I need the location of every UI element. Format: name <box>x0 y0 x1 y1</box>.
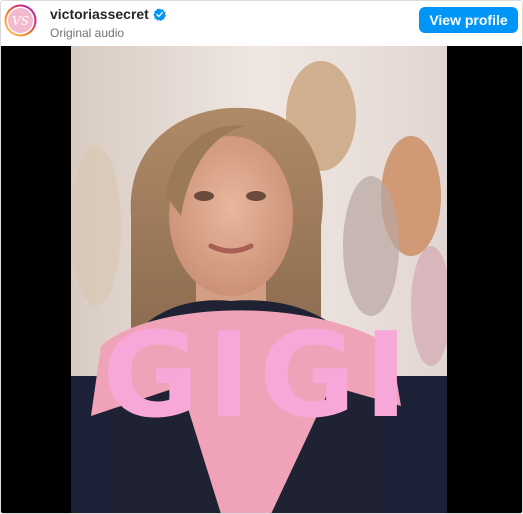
avatar[interactable]: VS <box>4 4 37 37</box>
video-frame: GIGI <box>71 46 447 513</box>
view-profile-button[interactable]: View profile <box>419 7 518 33</box>
post-header: VS victoriassecret Original audio View p… <box>1 1 522 45</box>
user-info: victoriassecret Original audio <box>50 5 166 40</box>
audio-label[interactable]: Original audio <box>50 26 166 40</box>
username-row: victoriassecret <box>50 5 166 23</box>
svg-text:VS: VS <box>12 14 29 28</box>
overlay-title: GIGI <box>102 306 416 444</box>
video-player[interactable]: GIGI <box>1 46 522 513</box>
instagram-embed: VS victoriassecret Original audio View p… <box>0 0 523 514</box>
verified-badge-icon <box>153 7 166 21</box>
vs-logo-icon: VS <box>4 4 37 37</box>
username-link[interactable]: victoriassecret <box>50 6 149 22</box>
